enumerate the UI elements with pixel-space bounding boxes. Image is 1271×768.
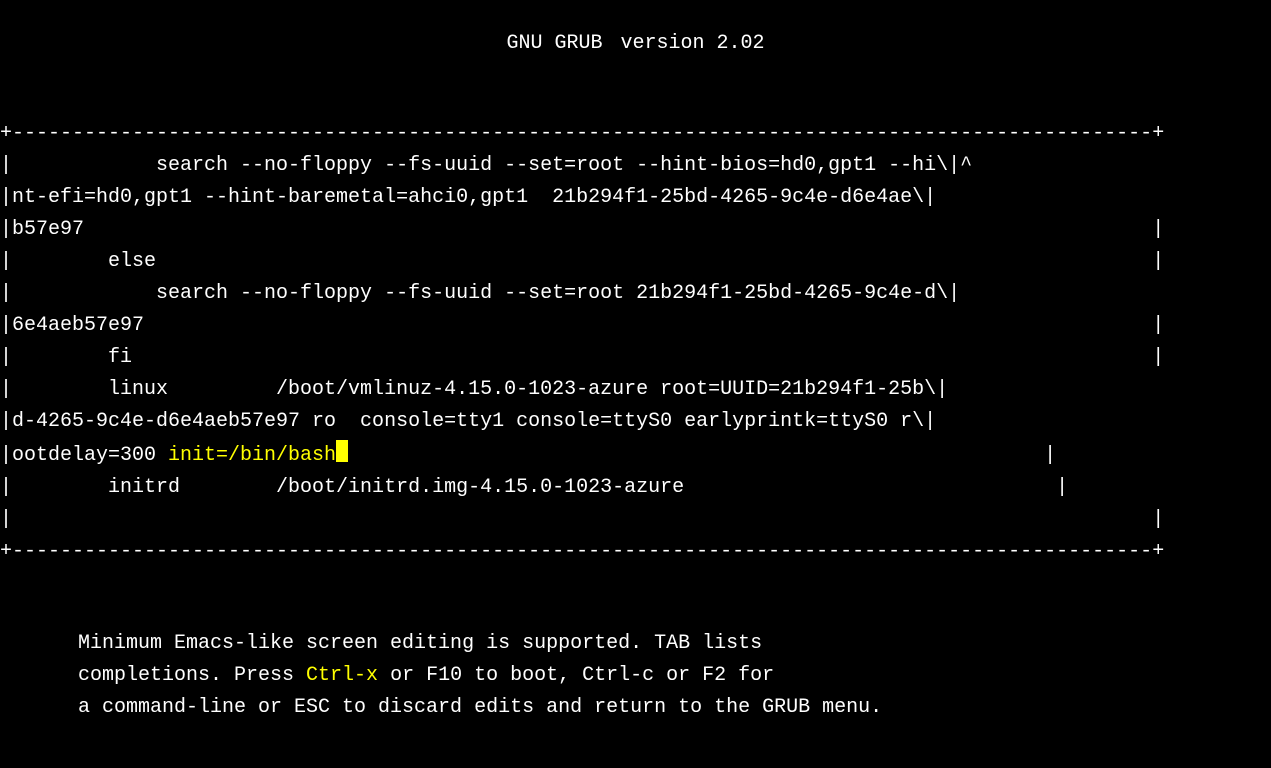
border-bottom: +---------------------------------------…	[0, 540, 1164, 563]
editor-line: |b57e97 |	[0, 218, 1164, 241]
editor-line: | search --no-floppy --fs-uuid --set=roo…	[0, 154, 960, 177]
editor-line: | fi |	[0, 346, 1164, 369]
editor-line: | initrd /boot/initrd.img-4.15.0-1023-az…	[0, 476, 1068, 499]
edited-text: init=/bin/bash	[168, 444, 336, 467]
help-footer: Minimum Emacs-like screen editing is sup…	[0, 596, 1271, 724]
title-left: GNU GRUB	[506, 32, 602, 55]
editor-line: |6e4aeb57e97 |	[0, 314, 1164, 337]
editor-line: |d-4265-9c4e-d6e4aeb57e97 ro console=tty…	[0, 410, 936, 433]
text-cursor	[336, 440, 348, 462]
scroll-up-indicator: ^	[960, 154, 972, 177]
help-line: or F10 to boot, Ctrl-c or F2 for	[378, 664, 774, 687]
editor-line: |	[348, 444, 1056, 467]
help-line: completions. Press	[78, 664, 306, 687]
page-title: GNU GRUB version 2.02	[0, 28, 1271, 60]
border-top: +---------------------------------------…	[0, 122, 1164, 145]
editor-line: |ootdelay=300	[0, 444, 168, 467]
help-line: Minimum Emacs-like screen editing is sup…	[78, 632, 762, 655]
editor-line: |nt-efi=hd0,gpt1 --hint-baremetal=ahci0,…	[0, 186, 936, 209]
title-right: version 2.02	[620, 32, 764, 55]
grub-editor-box[interactable]: +---------------------------------------…	[0, 86, 1271, 568]
editor-line: | else |	[0, 250, 1164, 273]
help-hotkey: Ctrl-x	[306, 664, 378, 687]
editor-line: | search --no-floppy --fs-uuid --set=roo…	[0, 282, 960, 305]
editor-line: | linux /boot/vmlinuz-4.15.0-1023-azure …	[0, 378, 948, 401]
help-line: a command-line or ESC to discard edits a…	[78, 696, 882, 719]
editor-line: | |	[0, 508, 1164, 531]
